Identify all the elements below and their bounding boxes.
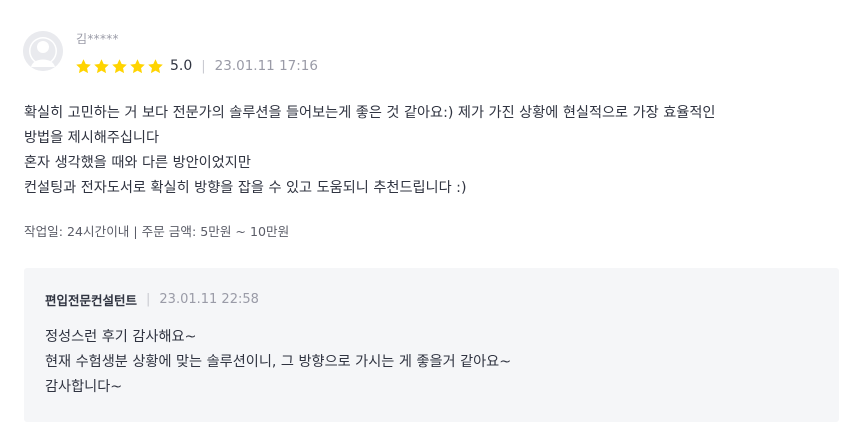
review-text-line: 확실히 고민하는 거 보다 전문가의 솔루션을 들어보는게 좋은 것 같아요:)… [24, 105, 716, 121]
meta-separator: | [201, 58, 206, 74]
reply-text: 정성스런 후기 감사해요~ 현재 수험생분 상황에 맞는 솔루션이니, 그 방향… [45, 325, 511, 400]
reply-text-line: 정성스런 후기 감사해요~ [45, 329, 197, 345]
review-text-line: 방법을 제시해주십니다 [24, 130, 160, 146]
reply-separator: | [146, 292, 151, 307]
review-meta-row: 5.0 | 23.01.11 17:16 [75, 56, 318, 76]
review-text-line: 컨설팅과 전자도서로 확실히 방향을 잡을 수 있고 도움되니 추천드립니다 :… [24, 180, 467, 196]
star-icon [130, 58, 145, 73]
star-icon [94, 58, 109, 73]
reply-header: 편입전문컨설턴트 | 23.01.11 22:58 [45, 290, 259, 309]
rating-score: 5.0 [170, 58, 193, 74]
review-card: 김***** 5.0 | 23.01.11 17:16 확실히 고민하는 거 보… [0, 0, 858, 432]
review-date: 23.01.11 17:16 [214, 58, 318, 74]
reviewer-name: 김***** [76, 32, 119, 46]
order-meta: 작업일: 24시간이내 | 주문 금액: 5만원 ~ 10만원 [24, 224, 290, 239]
star-icon [148, 58, 163, 73]
user-avatar-icon [23, 31, 63, 71]
reply-date: 23.01.11 22:58 [159, 292, 259, 307]
star-icon [112, 58, 127, 73]
star-rating [75, 58, 164, 75]
star-icon [76, 58, 91, 73]
seller-reply: 편입전문컨설턴트 | 23.01.11 22:58 정성스런 후기 감사해요~ … [24, 268, 839, 422]
review-text: 확실히 고민하는 거 보다 전문가의 솔루션을 들어보는게 좋은 것 같아요:)… [24, 101, 844, 201]
reply-text-line: 감사합니다~ [45, 379, 123, 395]
reply-author: 편입전문컨설턴트 [45, 293, 138, 308]
reply-text-line: 현재 수험생분 상황에 맞는 솔루션이니, 그 방향으로 가시는 게 좋을거 같… [45, 354, 512, 370]
review-text-line: 혼자 생각했을 때와 다른 방안이었지만 [24, 155, 251, 171]
